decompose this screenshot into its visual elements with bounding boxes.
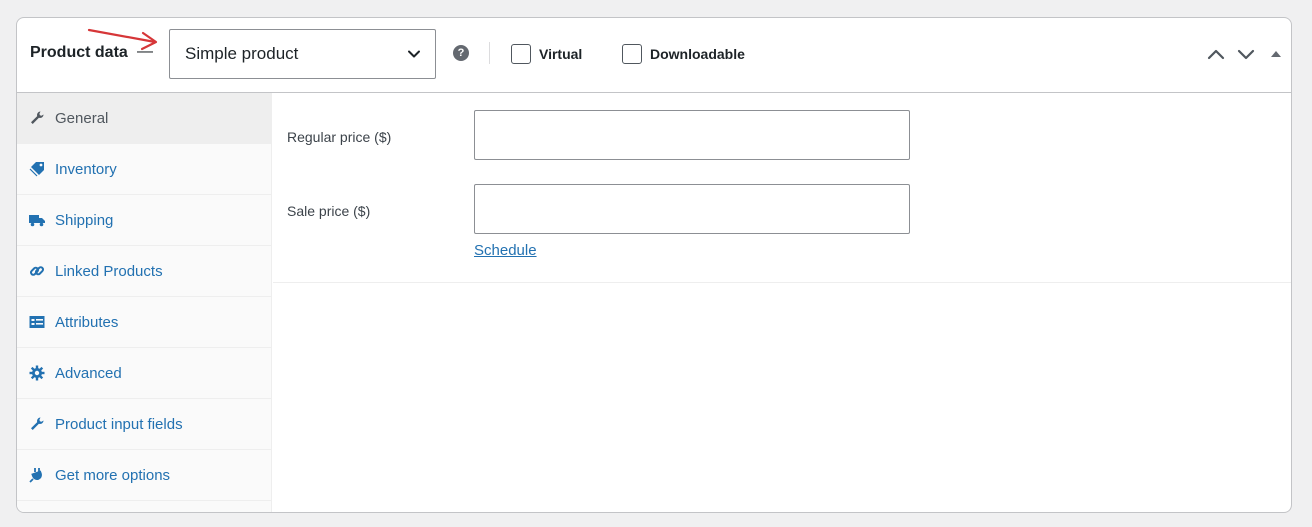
tab-attributes[interactable]: Attributes bbox=[17, 297, 271, 348]
tab-get-more-options[interactable]: Get more options bbox=[17, 450, 271, 501]
tab-label: Linked Products bbox=[55, 262, 163, 280]
move-up-icon[interactable] bbox=[1206, 44, 1226, 64]
tab-label: Attributes bbox=[55, 313, 119, 331]
panel-header: Product data — Simple product ? Virtual … bbox=[17, 18, 1291, 93]
tab-shipping[interactable]: Shipping bbox=[17, 195, 271, 246]
product-type-value: Simple product bbox=[185, 44, 299, 63]
tab-label: Get more options bbox=[55, 466, 171, 484]
tab-label: Inventory bbox=[55, 160, 117, 178]
header-divider bbox=[489, 42, 490, 64]
virtual-label: Virtual bbox=[539, 46, 583, 62]
product-data-tabs: General Inventory Shipping Linked Produc… bbox=[17, 93, 272, 512]
tab-advanced[interactable]: Advanced bbox=[17, 348, 271, 399]
tab-label: Advanced bbox=[55, 364, 122, 382]
regular-price-input[interactable] bbox=[474, 110, 910, 160]
annotation-arrow-icon bbox=[87, 28, 158, 51]
collapse-toggle-icon[interactable] bbox=[1269, 47, 1283, 61]
downloadable-checkbox-box[interactable] bbox=[622, 44, 642, 64]
sale-price-input[interactable] bbox=[474, 184, 910, 234]
wrench-icon bbox=[29, 110, 45, 126]
chevron-down-icon bbox=[408, 50, 420, 58]
product-type-select[interactable]: Simple product bbox=[169, 29, 436, 79]
wrench-icon bbox=[29, 416, 45, 432]
list-card-icon bbox=[29, 314, 45, 330]
tab-label: Shipping bbox=[55, 211, 114, 229]
schedule-link[interactable]: Schedule bbox=[474, 242, 537, 259]
product-data-panel: Product data — Simple product ? Virtual … bbox=[16, 17, 1292, 513]
tab-product-input-fields[interactable]: Product input fields bbox=[17, 399, 271, 450]
help-icon[interactable]: ? bbox=[453, 45, 469, 61]
sale-price-label: Sale price ($) bbox=[287, 203, 371, 219]
move-down-icon[interactable] bbox=[1236, 44, 1256, 64]
tab-general[interactable]: General bbox=[17, 93, 271, 144]
gear-icon bbox=[29, 365, 45, 381]
tab-label: Product input fields bbox=[55, 415, 183, 433]
regular-price-label: Regular price ($) bbox=[287, 129, 392, 145]
plugin-icon bbox=[29, 467, 45, 483]
downloadable-checkbox[interactable]: Downloadable bbox=[622, 44, 745, 64]
virtual-checkbox-box[interactable] bbox=[511, 44, 531, 64]
truck-icon bbox=[29, 212, 45, 228]
tab-inventory[interactable]: Inventory bbox=[17, 144, 271, 195]
tab-linked-products[interactable]: Linked Products bbox=[17, 246, 271, 297]
virtual-checkbox[interactable]: Virtual bbox=[511, 44, 582, 64]
general-panel: Regular price ($) Sale price ($) Schedul… bbox=[273, 93, 1291, 283]
downloadable-label: Downloadable bbox=[650, 46, 745, 62]
tab-label: General bbox=[55, 109, 109, 127]
tag-icon bbox=[29, 161, 45, 177]
link-icon bbox=[29, 263, 45, 279]
